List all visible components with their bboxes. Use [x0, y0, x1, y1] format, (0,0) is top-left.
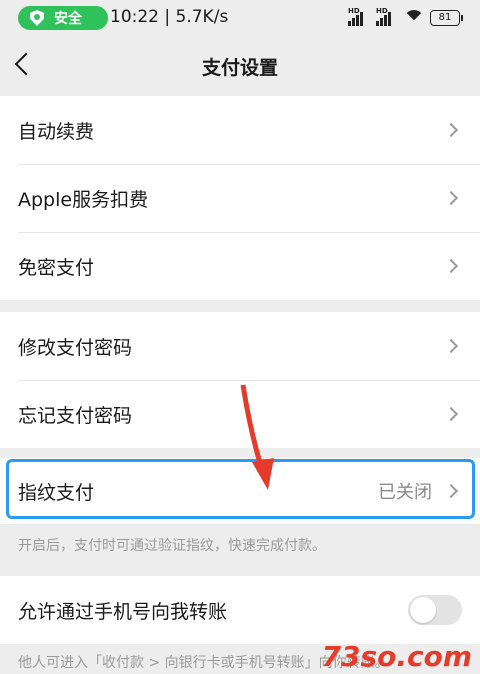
chevron-right-icon — [443, 483, 459, 499]
status-bar: 安全 10:22 | 5.7K/s HD HD 81 — [0, 0, 480, 36]
row-forgot-password[interactable]: 忘记支付密码 — [0, 380, 480, 448]
signal-icon-2: HD — [376, 7, 398, 26]
status-indicators: HD HD 81 — [348, 7, 463, 28]
row-allow-phone-transfer: 允许通过手机号向我转账 — [0, 576, 480, 644]
row-password-free[interactable]: 免密支付 — [0, 232, 480, 300]
fingerprint-hint: 开启后，支付时可通过验证指纹，快速完成付款。 — [18, 538, 326, 554]
chevron-right-icon — [443, 338, 459, 354]
signal-icon: HD — [348, 7, 370, 26]
nav-bar: 支付设置 — [0, 36, 480, 96]
settings-group-1: 自动续费 Apple服务扣费 免密支付 — [0, 96, 480, 300]
chevron-right-icon — [443, 190, 459, 206]
page-title: 支付设置 — [201, 56, 278, 79]
transfer-toggle[interactable] — [408, 595, 462, 625]
row-label: 指纹支付 — [18, 481, 95, 504]
signal-hd-tag-2: HD — [376, 7, 388, 15]
shield-icon — [30, 10, 44, 26]
watermark-logo: 73so.com — [321, 640, 472, 673]
status-time: 10:22 | 5.7K/s — [110, 7, 229, 27]
row-fingerprint-pay[interactable]: 指纹支付 已关闭 — [0, 458, 480, 524]
row-change-password[interactable]: 修改支付密码 — [0, 312, 480, 380]
wifi-icon — [404, 10, 424, 26]
row-label: 忘记支付密码 — [18, 404, 133, 427]
row-label: Apple服务扣费 — [18, 188, 149, 211]
chevron-right-icon — [443, 258, 459, 274]
settings-group-fingerprint: 指纹支付 已关闭 — [0, 458, 480, 524]
security-badge[interactable]: 安全 — [18, 6, 108, 30]
settings-group-2: 修改支付密码 忘记支付密码 — [0, 312, 480, 448]
row-auto-renewal[interactable]: 自动续费 — [0, 96, 480, 164]
row-label: 自动续费 — [18, 120, 95, 143]
row-label: 允许通过手机号向我转账 — [18, 600, 228, 623]
chevron-right-icon — [443, 406, 459, 422]
signal-hd-tag: HD — [348, 7, 360, 15]
chevron-right-icon — [443, 122, 459, 138]
back-arrow-icon[interactable] — [14, 52, 38, 76]
row-label: 修改支付密码 — [18, 336, 133, 359]
security-label: 安全 — [54, 11, 82, 27]
row-label: 免密支付 — [18, 256, 95, 279]
row-apple-service[interactable]: Apple服务扣费 — [0, 164, 480, 232]
settings-group-transfer: 允许通过手机号向我转账 — [0, 576, 480, 644]
battery-icon: 81 — [430, 10, 463, 26]
fingerprint-status: 已关闭 — [378, 482, 432, 503]
